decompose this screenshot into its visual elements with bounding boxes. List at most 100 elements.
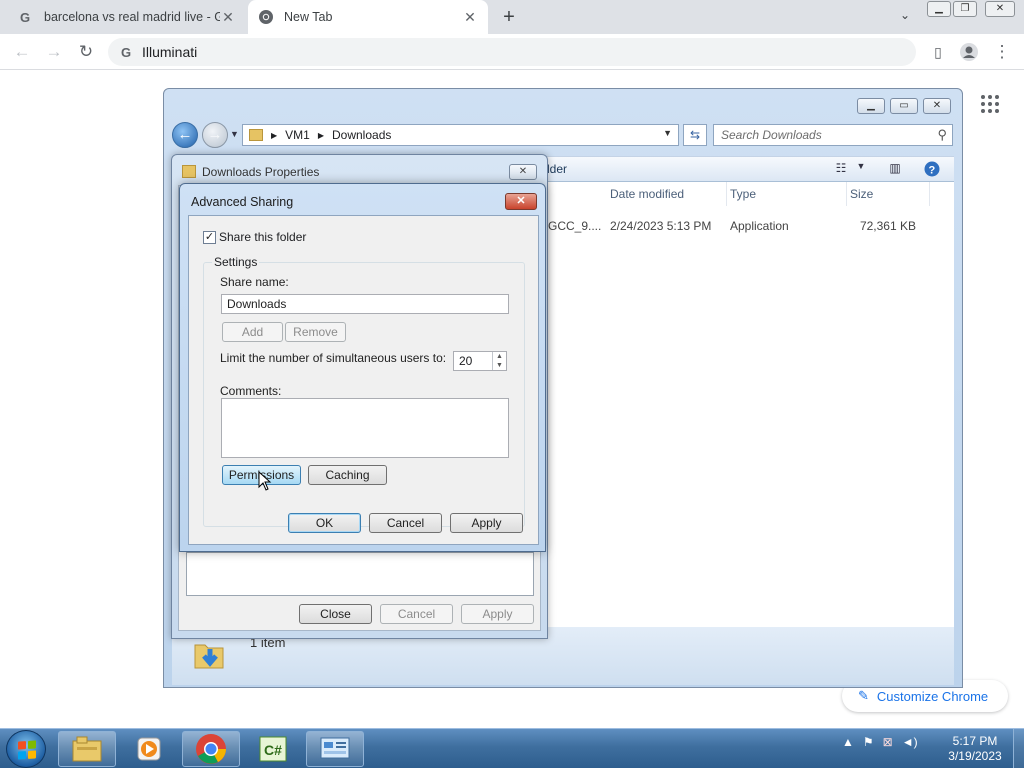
taskbar-control-panel[interactable] <box>306 731 364 767</box>
cancel-button[interactable]: Cancel <box>369 513 442 533</box>
explorer-maximize-button[interactable]: ▭ <box>890 98 918 114</box>
recent-pages-chevron-icon[interactable]: ▼ <box>230 129 239 139</box>
settings-legend: Settings <box>212 255 260 269</box>
breadcrumb-downloads[interactable]: Downloads <box>332 128 391 142</box>
explorer-back-button[interactable]: ← <box>172 122 198 148</box>
folder-icon <box>182 165 196 178</box>
tab-title: New Tab <box>284 10 333 24</box>
clock-time: 5:17 PM <box>952 734 998 748</box>
tab-title: barcelona vs real madrid live - Go <box>44 10 220 24</box>
taskbar-chrome[interactable] <box>182 731 240 767</box>
browser-toolbar: ← → ↻ G Illuminati ▯ ⋮ <box>0 34 1024 70</box>
svg-text:?: ? <box>929 165 936 177</box>
column-date-modified[interactable]: Date modified <box>610 182 727 206</box>
pencil-icon: ✎ <box>858 688 869 703</box>
svg-text:C#: C# <box>264 742 282 758</box>
restore-button[interactable]: ❐ <box>953 1 977 17</box>
ok-button[interactable]: OK <box>288 513 361 533</box>
taskbar: C# ▲ ⚑ ⊠ ◄) 5:17 PM 3/19/2023 <box>0 728 1024 768</box>
column-type[interactable]: Type <box>730 182 847 206</box>
chrome-icon <box>196 734 226 764</box>
checkmark-icon: ✓ <box>203 230 216 244</box>
start-button[interactable] <box>6 730 46 768</box>
folder-icon <box>249 129 263 141</box>
tab-close-icon[interactable]: ✕ <box>462 9 478 26</box>
volume-icon[interactable]: ◄) <box>902 735 918 749</box>
file-explorer-icon <box>72 736 102 762</box>
file-size: 72,361 KB <box>859 219 916 233</box>
advanced-sharing-dialog: Advanced Sharing ✕ ✓ Share this folder S… <box>179 183 546 552</box>
tab-search-chevron-icon[interactable]: ⌄ <box>895 8 915 26</box>
menu-kebab-icon[interactable]: ⋮ <box>990 40 1014 64</box>
forward-arrow-icon[interactable]: → <box>42 40 66 64</box>
breadcrumb-vm1[interactable]: VM1 <box>285 128 310 142</box>
side-panel-icon[interactable]: ▯ <box>926 40 950 64</box>
remove-button[interactable]: Remove <box>285 322 346 342</box>
customize-chrome-label: Customize Chrome <box>876 688 989 704</box>
breadcrumb-chevron-icon: ▶ <box>317 130 324 140</box>
mouse-cursor-icon <box>258 471 272 491</box>
stepper-arrows-icon[interactable]: ▲ ▼ <box>492 352 506 370</box>
explorer-search-input[interactable]: Search Downloads ⚲ <box>713 124 953 146</box>
google-apps-icon[interactable] <box>981 95 999 113</box>
back-arrow-icon[interactable]: ← <box>10 40 34 64</box>
apply-button[interactable]: Apply <box>450 513 523 533</box>
taskbar-media-player[interactable] <box>120 731 178 767</box>
show-desktop-button[interactable] <box>1013 729 1024 768</box>
explorer-forward-button[interactable]: → <box>202 122 228 148</box>
window-close-button[interactable]: ✕ <box>985 1 1015 17</box>
tab-new-tab[interactable]: New Tab ✕ <box>248 0 488 34</box>
user-limit-stepper[interactable]: 20 ▲ ▼ <box>453 351 507 371</box>
address-dropdown-icon[interactable]: ▼ <box>663 128 672 138</box>
taskbar-clock[interactable]: 5:17 PM 3/19/2023 <box>935 734 1015 764</box>
properties-close-button[interactable]: Close <box>299 604 372 624</box>
downloads-folder-icon <box>194 644 224 669</box>
taskbar-file-explorer[interactable] <box>58 731 116 767</box>
explorer-minimize-button[interactable]: ▁ <box>857 98 885 114</box>
add-button[interactable]: Add <box>222 322 283 342</box>
chrome-icon <box>259 10 273 24</box>
control-panel-icon <box>320 737 350 759</box>
properties-title: Downloads Properties <box>202 165 320 179</box>
share-name-input[interactable]: Downloads <box>221 294 509 314</box>
refresh-icon[interactable]: ⇆ <box>683 124 707 146</box>
advanced-sharing-body: ✓ Share this folder Settings Share name:… <box>188 215 539 545</box>
share-folder-label: Share this folder <box>219 230 307 244</box>
advanced-sharing-close-icon[interactable]: ✕ <box>505 193 537 210</box>
file-name[interactable]: GCC_9.... <box>548 219 601 233</box>
minimize-button[interactable]: ▁ <box>927 1 951 17</box>
preview-pane-icon[interactable]: ▥ <box>886 161 904 177</box>
limit-users-label: Limit the number of simultaneous users t… <box>220 351 447 365</box>
view-options-icon[interactable]: ☷ <box>832 161 850 177</box>
properties-close-icon[interactable]: ✕ <box>509 164 537 180</box>
action-center-flag-icon[interactable]: ⚑ <box>863 735 874 749</box>
help-icon[interactable]: ? <box>923 161 941 177</box>
search-icon: ⚲ <box>937 127 947 142</box>
file-type: Application <box>730 219 789 233</box>
google-icon: G <box>121 45 131 59</box>
comments-textarea[interactable] <box>221 398 509 458</box>
caching-button[interactable]: Caching <box>308 465 387 485</box>
network-icon[interactable]: ⊠ <box>883 735 893 749</box>
explorer-address-bar[interactable]: ▶ VM1 ▶ Downloads ▼ <box>242 124 679 146</box>
view-dropdown-icon[interactable]: ▼ <box>852 161 870 177</box>
tab-barcelona[interactable]: G barcelona vs real madrid live - Go ✕ <box>8 0 246 34</box>
user-limit-value: 20 <box>459 354 473 368</box>
share-name-label: Share name: <box>220 275 289 289</box>
google-icon: G <box>20 10 30 25</box>
properties-panel <box>186 552 534 596</box>
svg-text:G: G <box>20 10 30 25</box>
taskbar-csharp[interactable]: C# <box>244 731 302 767</box>
address-bar[interactable]: G Illuminati <box>108 38 916 66</box>
tab-close-icon[interactable]: ✕ <box>220 9 236 26</box>
profile-avatar-icon[interactable] <box>957 40 981 64</box>
show-hidden-icons-icon[interactable]: ▲ <box>842 735 854 749</box>
new-tab-button[interactable]: + <box>498 6 520 28</box>
explorer-close-button[interactable]: ✕ <box>923 98 951 114</box>
column-size[interactable]: Size <box>850 182 930 206</box>
new-folder-button[interactable]: lder <box>547 162 567 176</box>
share-folder-checkbox[interactable]: ✓ Share this folder <box>203 230 306 244</box>
properties-cancel-button[interactable]: Cancel <box>380 604 453 624</box>
properties-apply-button[interactable]: Apply <box>461 604 534 624</box>
reload-icon[interactable]: ↻ <box>74 40 98 64</box>
